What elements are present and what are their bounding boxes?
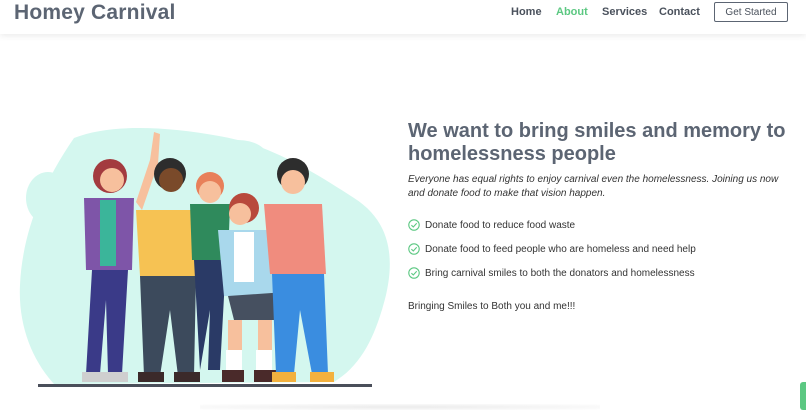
site-logo[interactable]: Homey Carnival bbox=[14, 1, 176, 25]
feature-text: Donate food to reduce food waste bbox=[425, 219, 576, 231]
about-content: We want to bring smiles and memory to ho… bbox=[408, 120, 792, 312]
get-started-button[interactable]: Get Started bbox=[714, 2, 788, 22]
group-of-friends-illustration bbox=[19, 128, 390, 387]
nav-services[interactable]: Services bbox=[602, 6, 647, 18]
feature-item: Donate food to reduce food waste bbox=[408, 213, 792, 237]
feature-text: Donate food to feed people who are homel… bbox=[425, 243, 696, 255]
section-divider-shadow bbox=[200, 404, 600, 410]
about-heading: We want to bring smiles and memory to ho… bbox=[408, 120, 786, 165]
nav-contact[interactable]: Contact bbox=[659, 6, 700, 18]
check-circle-icon bbox=[408, 219, 420, 231]
nav-about[interactable]: About bbox=[556, 6, 588, 18]
feature-item: Bring carnival smiles to both the donato… bbox=[408, 261, 792, 285]
site-header: Homey Carnival Home About Services Conta… bbox=[0, 0, 806, 34]
feature-text: Bring carnival smiles to both the donato… bbox=[425, 267, 695, 279]
about-lead: Everyone has equal rights to enjoy carni… bbox=[408, 174, 779, 199]
feature-list: Donate food to reduce food waste Donate … bbox=[408, 213, 792, 285]
back-to-top-tab[interactable] bbox=[800, 382, 806, 410]
nav-home[interactable]: Home bbox=[511, 6, 542, 18]
feature-item: Donate food to feed people who are homel… bbox=[408, 237, 792, 261]
check-circle-icon bbox=[408, 267, 420, 279]
about-tagline: Bringing Smiles to Both you and me!!! bbox=[408, 301, 576, 312]
check-circle-icon bbox=[408, 243, 420, 255]
ground-line bbox=[38, 384, 372, 387]
